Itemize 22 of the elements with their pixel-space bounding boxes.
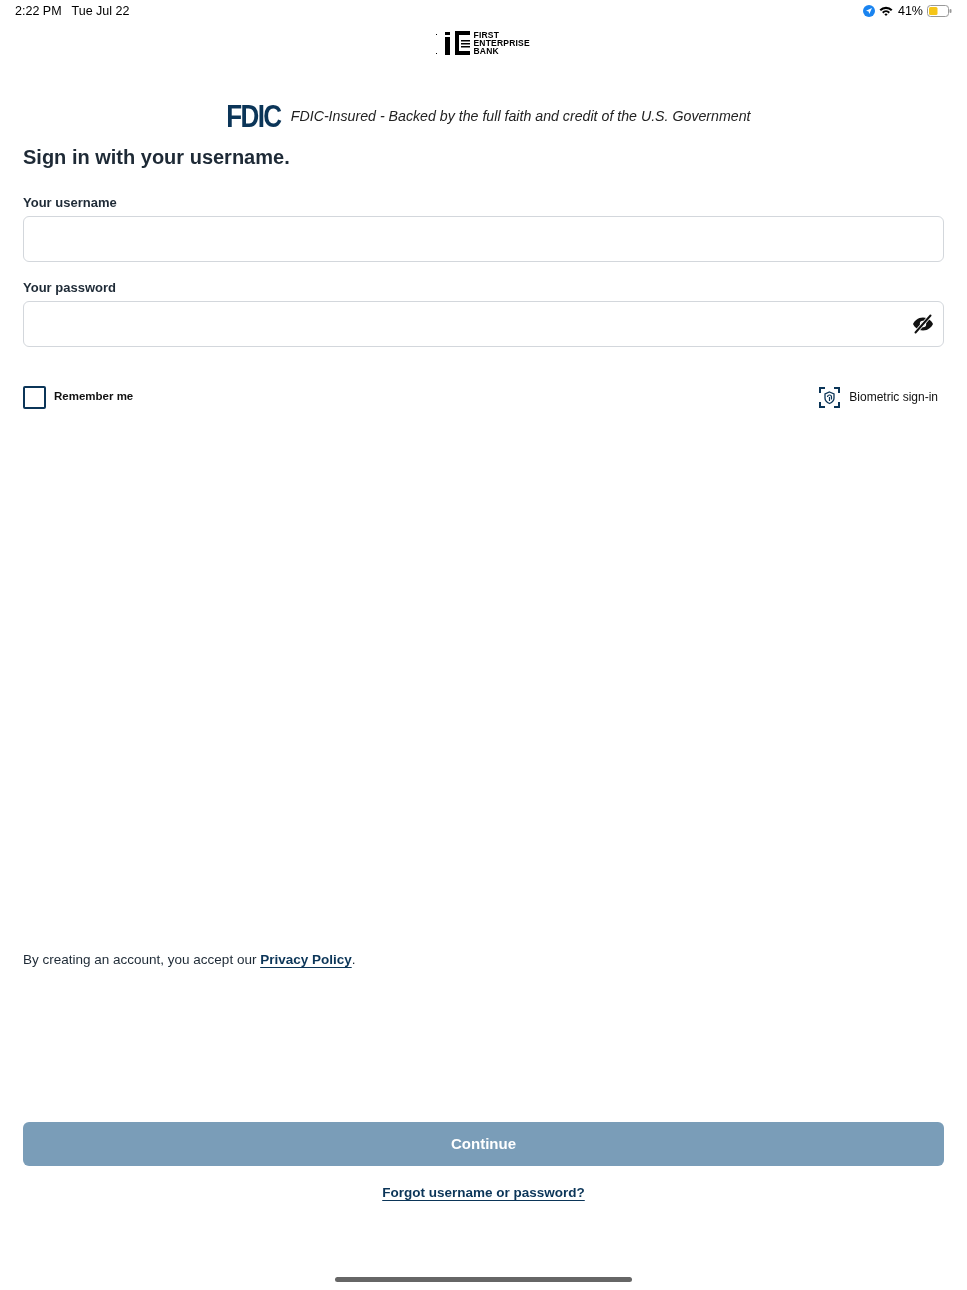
password-field[interactable]: [23, 301, 944, 347]
remember-checkbox[interactable]: [23, 385, 46, 409]
field-label: Your username: [23, 194, 118, 212]
privacy-policy-link[interactable]: Privacy Policy: [260, 952, 352, 967]
remember-label[interactable]: Remember me: [54, 388, 134, 406]
forgot-credentials-link[interactable]: Forgot username or password?: [382, 1183, 585, 1203]
battery-icon: [927, 5, 952, 17]
username-field[interactable]: [23, 216, 944, 262]
consent-text: By creating an account, you accept our Privacy Policy.: [23, 951, 357, 969]
fdic-logo: FDIC: [226, 104, 281, 129]
page-heading: Sign in with your username.: [23, 145, 291, 170]
battery-percentage: 41%: [897, 2, 923, 20]
location-icon: [862, 5, 875, 17]
fdic-notice: FDIC-Insured - Backed by the full faith and credit of the U.S. Government: [290, 106, 751, 126]
wifi-icon: [878, 6, 893, 16]
status-time: 2:22 PM: [15, 2, 62, 20]
bank-name: FIRST ENTERPRISE BANK: [473, 31, 531, 55]
status-date: Tue Jul 22: [71, 2, 130, 20]
field-label: Your password: [23, 279, 117, 297]
eye-slash-icon[interactable]: [912, 314, 934, 334]
biometric-sign-in-link[interactable]: Biometric sign-in: [849, 388, 938, 406]
shield-scan-icon[interactable]: [819, 386, 841, 408]
